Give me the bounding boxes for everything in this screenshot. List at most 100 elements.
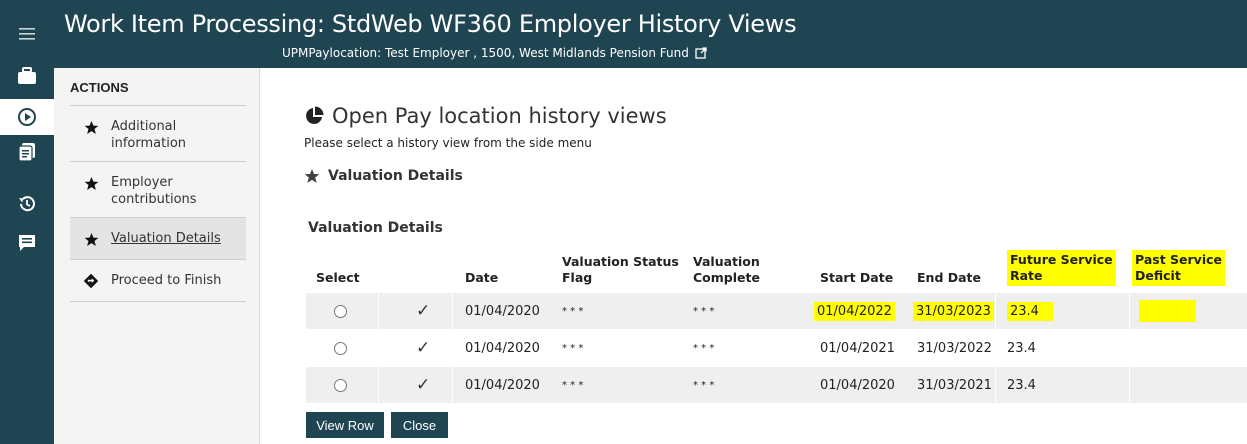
star-icon xyxy=(82,118,100,136)
cell-start-date: 01/04/2021 xyxy=(820,340,895,356)
cell-start-date: 01/04/2020 xyxy=(820,377,895,393)
action-label-line1: Employer xyxy=(111,175,173,190)
paylocation-subtitle[interactable]: UPMPaylocation: Test Employer , 1500, We… xyxy=(282,46,707,60)
cell-end-date: 31/03/2021 xyxy=(917,377,992,393)
header-line: Flag xyxy=(562,270,593,285)
header-end-date[interactable]: End Date xyxy=(917,246,981,292)
cell-status-flag: * * * xyxy=(562,342,584,354)
view-row-button[interactable]: View Row xyxy=(306,412,384,438)
cell-divider xyxy=(378,293,379,329)
header-line: Rate xyxy=(1010,268,1043,283)
cell-divider xyxy=(1129,293,1130,329)
table-row[interactable]: ✓ 01/04/2020 * * * * * * 01/04/2020 31/0… xyxy=(306,366,1247,403)
cell-date: 01/04/2020 xyxy=(465,303,540,319)
external-link-icon[interactable] xyxy=(695,47,707,59)
header-line: Past Service xyxy=(1135,252,1222,267)
star-icon xyxy=(304,169,320,183)
header-past-service-deficit[interactable]: Past Service Deficit xyxy=(1132,246,1225,292)
paylocation-text: UPMPaylocation: Test Employer , 1500, We… xyxy=(282,46,689,60)
header-valuation-status-flag[interactable]: Valuation Status Flag xyxy=(562,246,679,292)
cell-divider xyxy=(378,367,379,403)
table-caption: Valuation Details xyxy=(308,220,443,236)
checkmark-icon: ✓ xyxy=(416,338,431,358)
table-header-row: Select Date Valuation Status Flag Valuati… xyxy=(306,246,1247,292)
cell-divider xyxy=(995,293,996,329)
cell-status-flag: * * * xyxy=(562,305,584,317)
header-future-service-rate[interactable]: Future Service Rate xyxy=(1007,246,1116,292)
header-line: Valuation xyxy=(693,254,760,269)
actions-divider xyxy=(70,301,246,302)
header-line: Future Service xyxy=(1010,252,1113,267)
table-row[interactable]: ✓ 01/04/2020 * * * * * * 01/04/2022 31/0… xyxy=(306,292,1247,329)
row-radio[interactable] xyxy=(334,330,347,366)
page-title-text: Open Pay location history views xyxy=(332,104,667,128)
page-title-header: Work Item Processing: StdWeb WF360 Emplo… xyxy=(64,10,797,38)
cell-future-service-rate-value: 23.4 xyxy=(1007,301,1053,321)
header-select[interactable]: Select xyxy=(316,246,360,292)
cell-future-service-rate: 23.4 xyxy=(1007,293,1053,329)
section-heading: Valuation Details xyxy=(304,168,463,184)
history-icon[interactable] xyxy=(0,186,54,222)
cell-divider xyxy=(452,293,453,329)
row-radio[interactable] xyxy=(334,293,347,329)
play-circle-icon[interactable] xyxy=(0,99,54,135)
cell-date: 01/04/2020 xyxy=(465,377,540,393)
cell-future-service-rate: 23.4 xyxy=(1007,377,1036,393)
header-date[interactable]: Date xyxy=(465,246,498,292)
cell-complete: * * * xyxy=(693,342,715,354)
icon-rail xyxy=(0,0,54,444)
main-content: Open Pay location history views Please s… xyxy=(260,68,1247,444)
cell-divider xyxy=(1129,367,1130,403)
checkmark-icon: ✓ xyxy=(416,301,431,321)
action-label: Proceed to Finish xyxy=(111,273,222,288)
header-start-date[interactable]: Start Date xyxy=(820,246,893,292)
cell-start-date-value: 01/04/2022 xyxy=(814,301,895,321)
cell-divider xyxy=(995,367,996,403)
header-line: Valuation Status xyxy=(562,254,679,269)
documents-icon[interactable] xyxy=(0,134,54,170)
action-label-line2: information xyxy=(111,136,187,151)
pie-chart-icon xyxy=(306,106,324,124)
close-button[interactable]: Close xyxy=(391,412,448,438)
page-header: Work Item Processing: StdWeb WF360 Emplo… xyxy=(54,0,1247,68)
briefcase-icon[interactable] xyxy=(0,58,54,94)
action-valuation-details[interactable]: Valuation Details xyxy=(70,217,246,259)
action-label-line1: Additional xyxy=(111,119,177,134)
checkmark-icon: ✓ xyxy=(416,375,431,395)
section-heading-text: Valuation Details xyxy=(328,168,463,184)
action-employer-contributions[interactable]: Employer contributions xyxy=(70,161,246,217)
action-proceed-to-finish[interactable]: Proceed to Finish xyxy=(70,259,246,301)
table-row[interactable]: ✓ 01/04/2020 * * * * * * 01/04/2021 31/0… xyxy=(306,329,1247,366)
action-additional-information[interactable]: Additional information xyxy=(70,105,246,161)
cell-end-date: 31/03/2022 xyxy=(917,340,992,356)
cell-date: 01/04/2020 xyxy=(465,340,540,356)
radio-button[interactable] xyxy=(334,341,347,355)
cell-start-date: 01/04/2022 xyxy=(814,293,895,329)
actions-heading: ACTIONS xyxy=(70,80,129,95)
header-line: Complete xyxy=(693,270,760,285)
star-icon xyxy=(82,230,100,248)
cell-complete: * * * xyxy=(693,379,715,391)
cell-end-date: 31/03/2023 xyxy=(913,293,994,329)
actions-panel: ACTIONS Additional information Employer co… xyxy=(54,68,260,444)
cell-future-service-rate: 23.4 xyxy=(1007,340,1036,356)
action-label: Valuation Details xyxy=(111,231,221,246)
cell-status-flag: * * * xyxy=(562,379,584,391)
cell-past-service-deficit xyxy=(1139,300,1196,322)
cell-complete: * * * xyxy=(693,305,715,317)
radio-button[interactable] xyxy=(334,378,347,392)
star-icon xyxy=(82,174,100,192)
header-line: Deficit xyxy=(1135,268,1181,283)
comment-icon[interactable] xyxy=(0,225,54,261)
row-radio[interactable] xyxy=(334,367,347,403)
page-title: Open Pay location history views xyxy=(304,104,667,128)
menu-icon[interactable] xyxy=(0,16,54,52)
radio-button[interactable] xyxy=(334,304,347,318)
cell-divider xyxy=(452,367,453,403)
header-valuation-complete[interactable]: Valuation Complete xyxy=(693,246,760,292)
cell-end-date-value: 31/03/2023 xyxy=(913,301,994,321)
action-label-line2: contributions xyxy=(111,192,197,207)
diamond-arrow-icon xyxy=(82,272,100,290)
page-hint: Please select a history view from the si… xyxy=(304,136,592,150)
valuation-table: Select Date Valuation Status Flag Valuati… xyxy=(306,246,1247,403)
